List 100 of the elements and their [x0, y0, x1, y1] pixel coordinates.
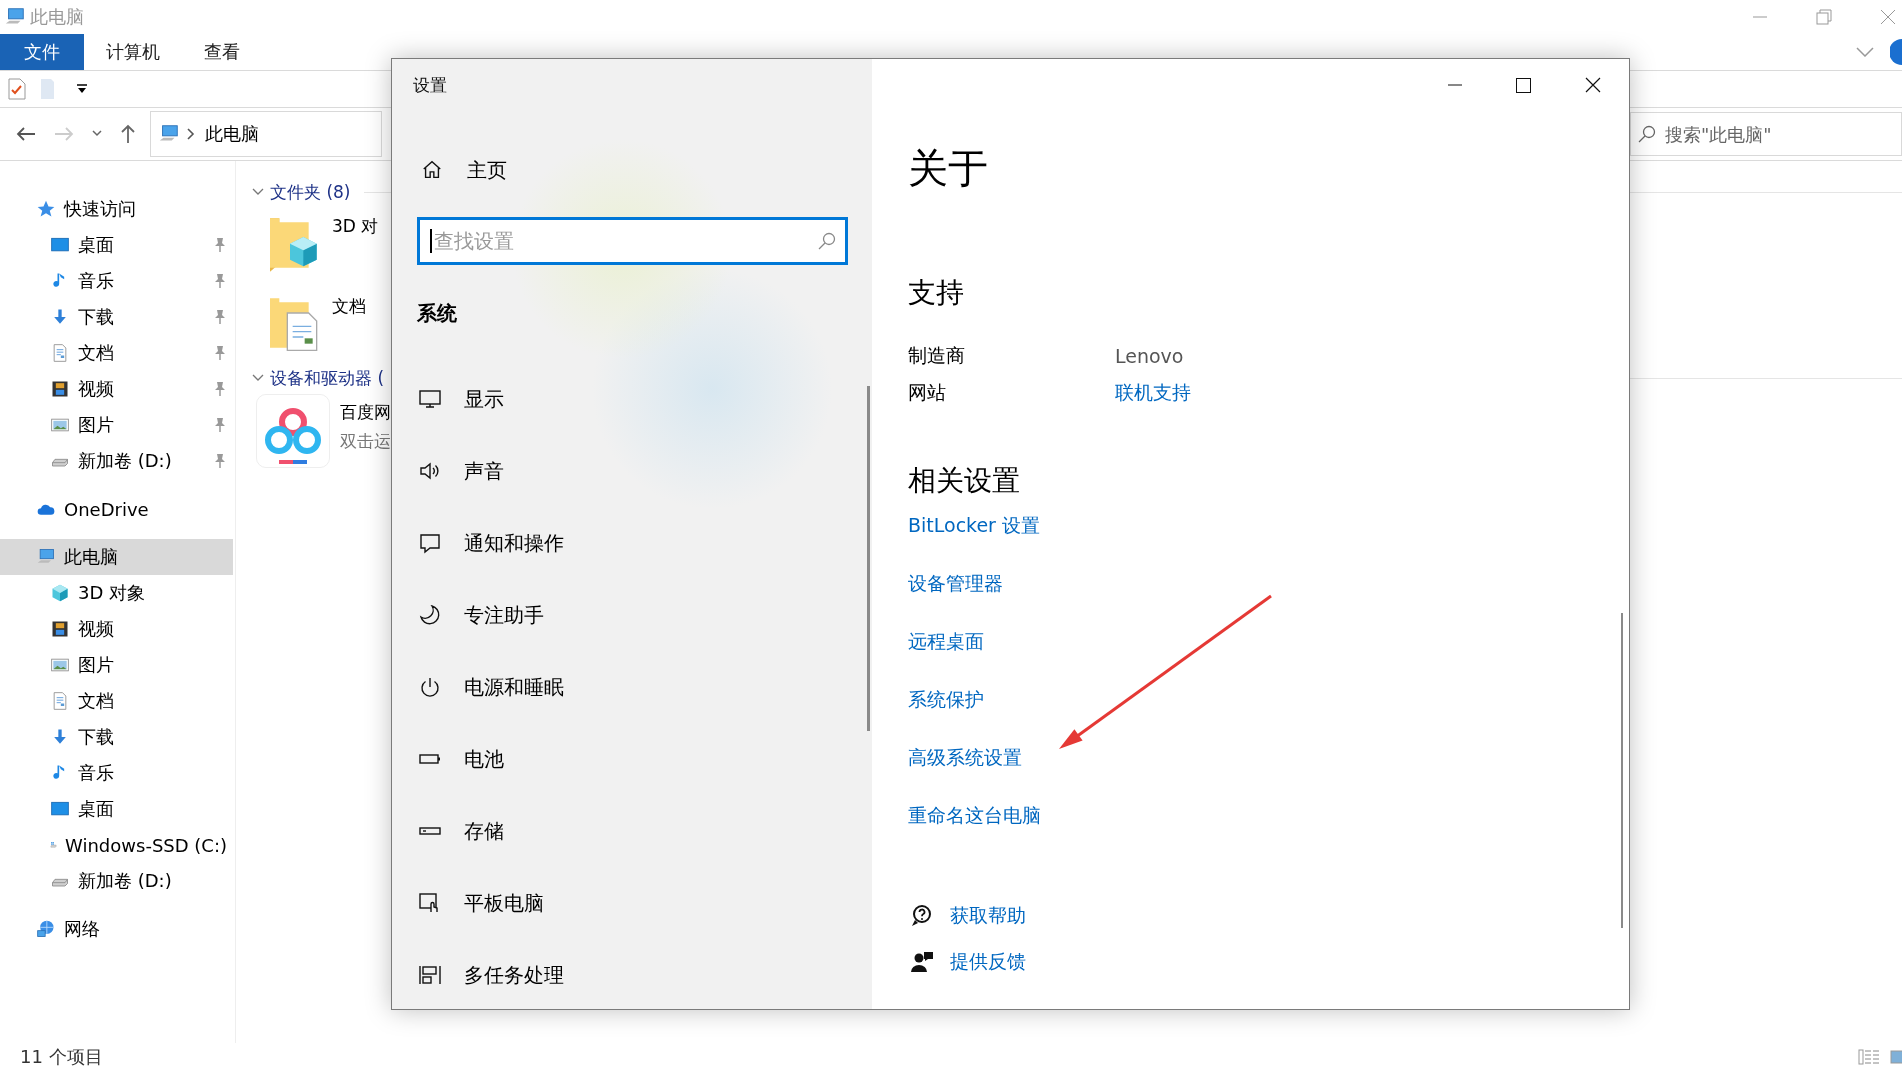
- status-text: 11 个项目: [20, 1045, 103, 1069]
- chevron-down-icon[interactable]: [252, 374, 264, 382]
- settings-link[interactable]: 重命名这台电脑: [908, 803, 1041, 829]
- nav-item[interactable]: 文档: [0, 335, 233, 371]
- field-value: Lenovo: [1115, 344, 1184, 367]
- dropdown-caret-icon[interactable]: [76, 83, 88, 95]
- minimize-icon: [1447, 84, 1462, 86]
- nav-item[interactable]: 电源和睡眠: [392, 651, 862, 723]
- globe-icon: [36, 919, 56, 939]
- pin-icon[interactable]: [213, 345, 227, 361]
- pin-icon[interactable]: [213, 417, 227, 433]
- nav-item[interactable]: 网络: [0, 911, 233, 947]
- nav-item[interactable]: 平板电脑: [392, 867, 862, 939]
- settings-link[interactable]: 设备管理器: [908, 571, 1003, 597]
- field-label: 制造商: [908, 342, 966, 368]
- nav-item[interactable]: 桌面: [0, 227, 233, 263]
- checklist-icon[interactable]: [8, 78, 26, 100]
- home-icon: [421, 159, 443, 181]
- chevron-down-icon[interactable]: [252, 188, 264, 196]
- nav-item[interactable]: 文档: [0, 683, 233, 719]
- nav-item[interactable]: 下载: [0, 719, 233, 755]
- film-icon: [50, 619, 70, 639]
- cube-icon: [50, 583, 70, 603]
- details-view-icon[interactable]: [1858, 1049, 1880, 1065]
- pin-icon[interactable]: [213, 381, 227, 397]
- group-header[interactable]: 文件夹 (8): [270, 180, 351, 204]
- address-bar[interactable]: 此电脑: [150, 111, 382, 157]
- settings-link[interactable]: BitLocker 设置: [908, 513, 1040, 539]
- scrollbar-thumb[interactable]: [867, 386, 870, 731]
- nav-item[interactable]: 音乐: [0, 755, 233, 791]
- pin-icon[interactable]: [213, 273, 227, 289]
- nav-item[interactable]: 电池: [392, 723, 862, 795]
- chevron-right-icon[interactable]: [187, 128, 195, 140]
- ribbon-tab[interactable]: 文件: [0, 34, 84, 70]
- nav-item[interactable]: Windows-SSD (C:): [0, 827, 233, 863]
- search-icon: [818, 232, 836, 250]
- settings-link[interactable]: 远程桌面: [908, 629, 984, 655]
- help-icon[interactable]: [1890, 39, 1902, 65]
- nav-item[interactable]: 图片: [0, 647, 233, 683]
- nav-item[interactable]: 快速访问: [0, 191, 233, 227]
- nav-item[interactable]: 通知和操作: [392, 507, 862, 579]
- group-header[interactable]: 设备和驱动器 (: [270, 366, 385, 390]
- nav-item[interactable]: 新加卷 (D:): [0, 443, 233, 479]
- breadcrumb-item[interactable]: 此电脑: [201, 120, 263, 148]
- ribbon-tab[interactable]: 计算机: [84, 34, 182, 70]
- windows-icon: [418, 963, 442, 987]
- restore-icon[interactable]: [1816, 9, 1832, 25]
- nav-item[interactable]: 图片: [0, 407, 233, 443]
- search-field[interactable]: 查找设置: [417, 217, 848, 265]
- item-name[interactable]: 百度网: [340, 401, 391, 424]
- section-heading: 系统: [417, 299, 458, 327]
- nav-item[interactable]: 此电脑: [0, 539, 233, 575]
- item-name[interactable]: 文档: [332, 295, 366, 318]
- item-detail: 双击运: [340, 430, 391, 453]
- pin-icon[interactable]: [213, 453, 227, 469]
- help-link[interactable]: 获取帮助: [950, 903, 1026, 929]
- chevron-down-icon[interactable]: [92, 130, 102, 138]
- power-icon: [418, 675, 442, 699]
- home-nav-item[interactable]: 主页: [392, 140, 812, 200]
- close-icon: [1584, 77, 1601, 93]
- ribbon-tab[interactable]: 查看: [182, 34, 262, 70]
- moon-icon: [418, 603, 442, 627]
- nav-item[interactable]: OneDrive: [0, 491, 233, 527]
- nav-item[interactable]: 音乐: [0, 263, 233, 299]
- section-heading: 支持: [908, 275, 965, 311]
- speech-bubble-icon: [418, 531, 442, 555]
- maximize-icon: [1516, 77, 1531, 93]
- nav-item[interactable]: 多任务处理: [392, 939, 862, 1011]
- forward-arrow-icon[interactable]: [54, 126, 74, 142]
- support-link[interactable]: 联机支持: [1115, 379, 1191, 406]
- nav-item[interactable]: 显示: [392, 363, 862, 435]
- up-arrow-icon[interactable]: [120, 124, 136, 144]
- page-title: 关于: [908, 144, 989, 193]
- nav-item[interactable]: 桌面: [0, 791, 233, 827]
- nav-item[interactable]: 视频: [0, 371, 233, 407]
- nav-item[interactable]: 3D 对象: [0, 575, 233, 611]
- help-chat-icon: [910, 904, 934, 928]
- nav-item[interactable]: 存储: [392, 795, 862, 867]
- person-icon: [910, 950, 934, 974]
- thumbnail-view-icon[interactable]: [1890, 1049, 1902, 1065]
- nav-item[interactable]: 视频: [0, 611, 233, 647]
- window-title: 设置: [413, 73, 447, 97]
- star-icon: [36, 199, 56, 219]
- help-link[interactable]: 提供反馈: [950, 949, 1026, 975]
- nav-item[interactable]: 下载: [0, 299, 233, 335]
- cloud-logo-icon[interactable]: [256, 394, 330, 468]
- chevron-down-icon[interactable]: [1856, 47, 1874, 57]
- settings-link[interactable]: 高级系统设置: [908, 745, 1022, 771]
- item-name[interactable]: 3D 对: [332, 215, 379, 238]
- film-icon: [50, 379, 70, 399]
- search-icon: [1638, 125, 1656, 143]
- nav-item[interactable]: 专注助手: [392, 579, 862, 651]
- nav-item[interactable]: 新加卷 (D:): [0, 863, 233, 899]
- pin-icon[interactable]: [213, 237, 227, 253]
- back-arrow-icon[interactable]: [16, 126, 36, 142]
- pin-icon[interactable]: [213, 309, 227, 325]
- close-icon[interactable]: [1880, 9, 1896, 25]
- settings-link[interactable]: 系统保护: [908, 687, 984, 713]
- nav-item[interactable]: 声音: [392, 435, 862, 507]
- scrollbar-thumb[interactable]: [1621, 613, 1623, 928]
